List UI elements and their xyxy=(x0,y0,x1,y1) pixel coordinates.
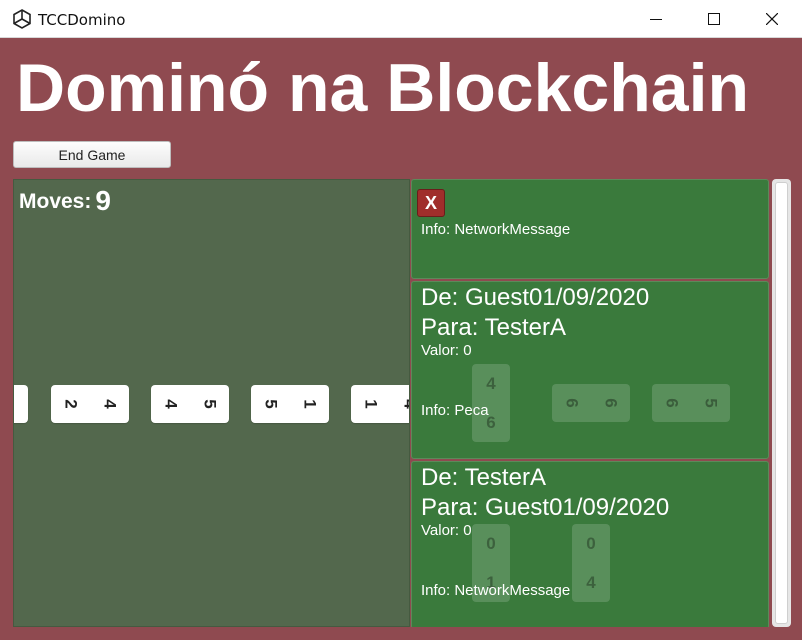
tile-pip-a: 6 xyxy=(662,398,682,408)
tile-pip-a: 2 xyxy=(61,399,81,409)
tile-pip-b: 3 xyxy=(14,399,16,408)
tile-pip-a: 0 xyxy=(586,533,596,553)
tile-pip-b: 1 xyxy=(300,399,320,409)
tile-pip-a: 4 xyxy=(486,373,496,393)
tile-pip-a: 0 xyxy=(486,533,496,553)
tile-pip-a: 5 xyxy=(261,399,281,409)
tile-pip-b: 4 xyxy=(100,399,120,409)
tile-pip-a: 6 xyxy=(562,398,582,408)
message-info: Info: Peca xyxy=(421,402,489,419)
tile-pip-b: 5 xyxy=(200,399,220,409)
game-view: Dominó na Blockchain End Game Moves:9 3 … xyxy=(2,38,802,640)
tile-pip-b: 5 xyxy=(701,398,721,408)
message-list: X Info: NetworkMessage De: Guest01/09/20… xyxy=(411,179,771,627)
window-title: TCCDomino xyxy=(38,11,126,29)
tile-pip-a: 1 xyxy=(361,399,381,409)
message-to: Para: TesterA xyxy=(421,314,566,341)
message-value: Valor: 0 xyxy=(421,342,472,359)
tile-pip-b: 4 xyxy=(400,399,410,408)
window-titlebar: TCCDomino xyxy=(0,0,802,38)
message-info: Info: NetworkMessage xyxy=(421,221,571,238)
domino-tile: 66 xyxy=(552,384,630,422)
message-card: X Info: NetworkMessage xyxy=(411,179,769,279)
domino-tile[interactable]: 24 xyxy=(51,385,129,423)
domino-tile: 0 4 xyxy=(572,524,610,602)
unity-icon xyxy=(12,9,32,29)
moves-value: 9 xyxy=(95,185,111,216)
domino-board: Moves:9 3 24 45 51 14 xyxy=(13,179,410,627)
message-from: De: TesterA xyxy=(421,464,546,491)
domino-tile[interactable]: 3 xyxy=(14,385,28,423)
tile-pip-b: 4 xyxy=(586,572,596,592)
tile-pip-a: 4 xyxy=(161,399,181,409)
minimize-button[interactable] xyxy=(627,0,685,38)
domino-tile: 65 xyxy=(652,384,730,422)
message-value: Valor: 0 xyxy=(421,522,472,539)
message-from: De: Guest01/09/2020 xyxy=(421,284,650,311)
maximize-icon xyxy=(708,13,720,25)
message-info: Info: NetworkMessage xyxy=(421,582,571,599)
message-to: Para: Guest01/09/2020 xyxy=(421,494,670,521)
minimize-icon xyxy=(650,19,662,20)
domino-tile[interactable]: 45 xyxy=(151,385,229,423)
message-scrollbar[interactable] xyxy=(772,179,791,627)
maximize-button[interactable] xyxy=(685,0,743,38)
close-window-button[interactable] xyxy=(743,0,801,38)
tile-pip-b: 6 xyxy=(601,398,621,408)
end-game-button[interactable]: End Game xyxy=(13,141,171,168)
message-card: De: TesterA Para: Guest01/09/2020 Valor:… xyxy=(411,461,769,627)
scrollbar-thumb[interactable] xyxy=(775,182,788,624)
domino-tile[interactable]: 51 xyxy=(251,385,329,423)
dismiss-message-button[interactable]: X xyxy=(417,189,445,217)
message-card: De: Guest01/09/2020 Para: TesterA Valor:… xyxy=(411,281,769,459)
moves-counter: Moves: 9 xyxy=(19,185,111,217)
moves-label: Moves: xyxy=(19,190,92,213)
close-icon xyxy=(766,13,778,25)
domino-tile[interactable]: 14 xyxy=(351,385,410,423)
page-title: Dominó na Blockchain xyxy=(16,50,749,126)
